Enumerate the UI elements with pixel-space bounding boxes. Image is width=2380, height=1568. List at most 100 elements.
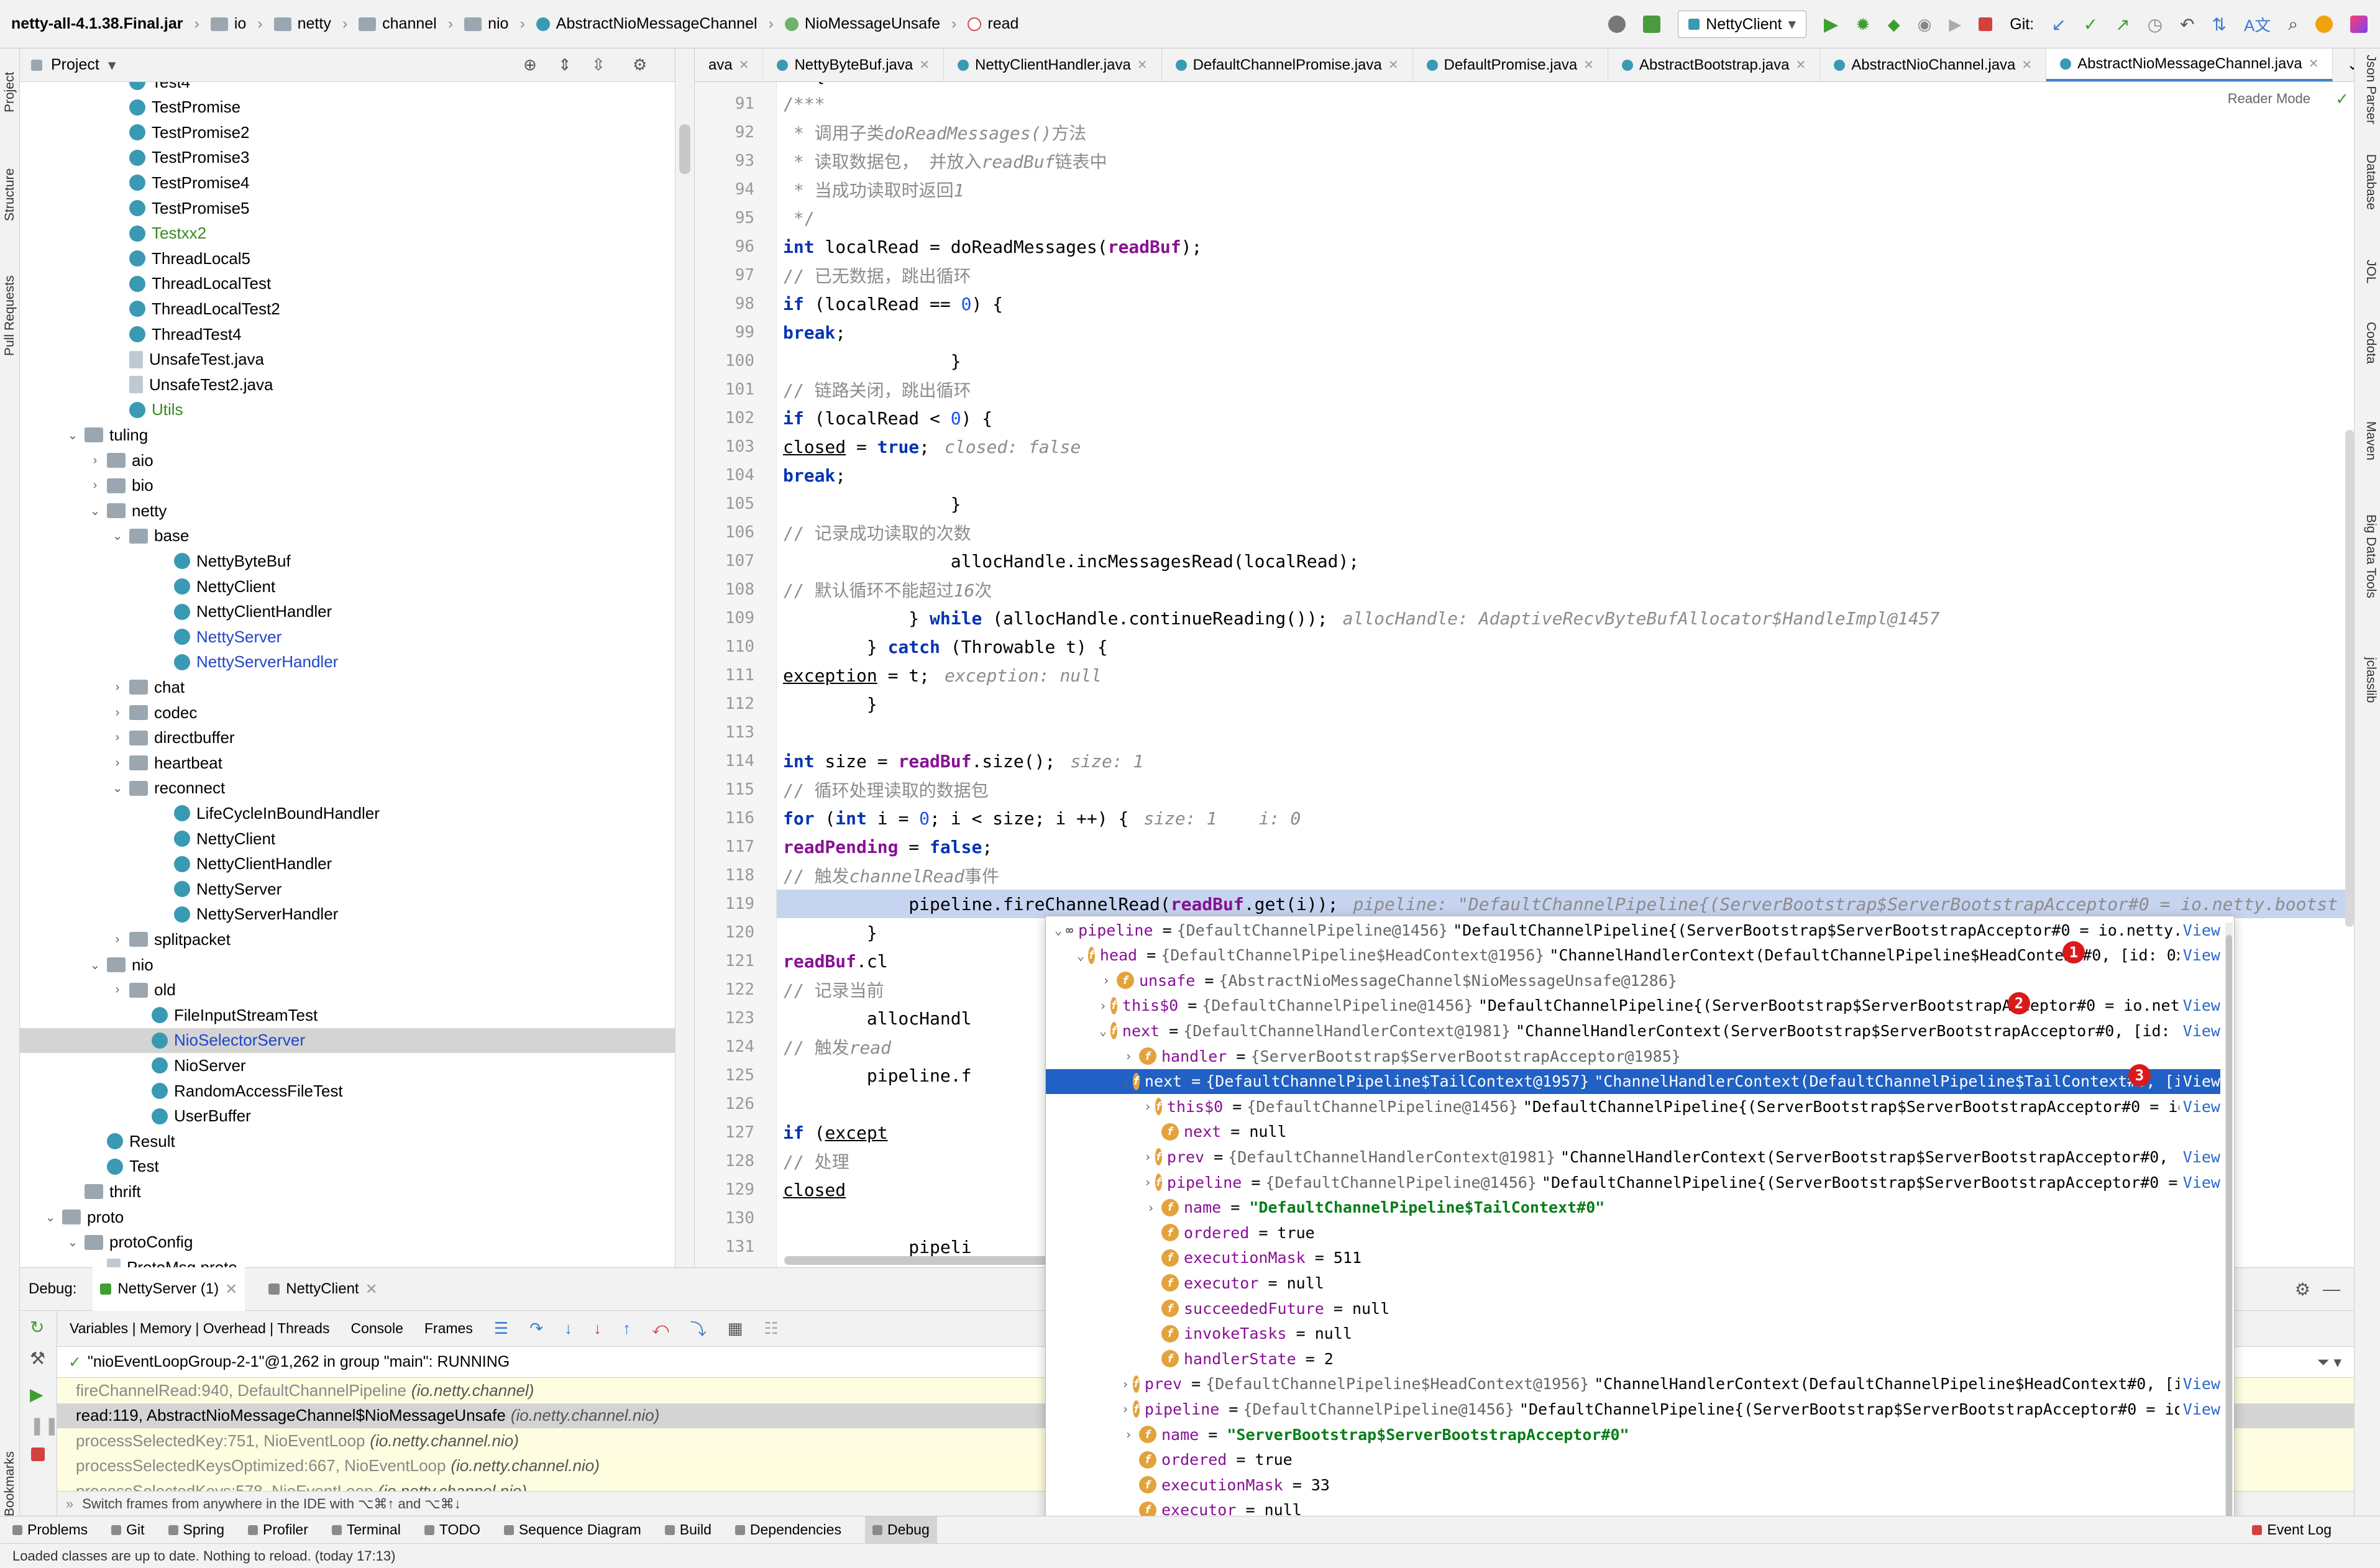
variable-row[interactable]: › f this$0 = {DefaultChannelPipeline@1456} "…: [1046, 993, 2220, 1018]
project-tree-item[interactable]: NettyClientHandler: [20, 852, 675, 877]
view-link[interactable]: View: [2179, 1400, 2220, 1418]
project-tree-item[interactable]: Testxx2: [20, 221, 675, 246]
project-tree-item[interactable]: TestPromise3: [20, 145, 675, 170]
code-line[interactable]: allocHandle.incMessagesRead(localRead);: [777, 547, 1359, 575]
expand-all-icon[interactable]: ⇕: [558, 55, 572, 75]
frames-tab[interactable]: Frames: [424, 1320, 473, 1337]
variable-row[interactable]: f executor = null: [1046, 1270, 2220, 1295]
rollback-icon[interactable]: ↶: [2180, 14, 2194, 35]
view-link[interactable]: View: [2179, 921, 2220, 939]
view-link[interactable]: View: [2179, 1021, 2220, 1040]
breadcrumb-item[interactable]: netty-all-4.1.38.Final.jar ›: [11, 15, 199, 33]
chevron-down-icon[interactable]: ⌄: [1122, 1074, 1129, 1089]
code-line[interactable]: pipeline.fireChannelRead(readBuf .get(i))…: [777, 890, 2354, 918]
tool-window-button[interactable]: Git: [111, 1521, 145, 1538]
minimize-icon[interactable]: —: [2323, 1279, 2340, 1299]
code-line[interactable]: pipeline.f: [777, 1061, 972, 1090]
code-line[interactable]: int localRead = doReadMessages(readBuf);: [777, 232, 1202, 261]
project-tree-item[interactable]: › heartbeat: [20, 750, 675, 775]
variable-row[interactable]: f executionMask = 511: [1046, 1246, 2220, 1270]
view-link[interactable]: View: [2179, 996, 2220, 1015]
tool-window-button[interactable]: Problems: [12, 1521, 88, 1538]
codota-tool-tab[interactable]: Codota: [2357, 322, 2378, 364]
variables-tab[interactable]: Variables | Memory | Overhead | Threads: [70, 1320, 329, 1337]
tab-overflow-icon[interactable]: ⌄: [2333, 48, 2354, 81]
variable-row[interactable]: ⌄ f next = {DefaultChannelPipeline$TailCont…: [1046, 1069, 2220, 1094]
project-tree-item[interactable]: NioSelectorServer: [20, 1028, 675, 1053]
chevron-down-icon[interactable]: ⌄: [1055, 923, 1062, 937]
project-tree-item[interactable]: › aio: [20, 448, 675, 473]
breadcrumb-item[interactable]: channel ›: [359, 15, 453, 33]
debug-icon[interactable]: ✹: [1856, 14, 1870, 35]
chevron-down-icon[interactable]: ▾: [108, 56, 116, 75]
tool-window-button[interactable]: Debug: [864, 1516, 937, 1544]
step-into-icon[interactable]: ↓: [564, 1319, 572, 1338]
chevron-right-icon[interactable]: ›: [1144, 1099, 1151, 1114]
gear-icon[interactable]: ⚙: [2295, 1279, 2310, 1300]
popup-scrollbar-thumb[interactable]: [2226, 935, 2232, 1525]
variable-row[interactable]: f ordered = true: [1046, 1220, 2220, 1245]
code-line[interactable]: * 读取数据包， 并放入readBuf链表中: [777, 147, 1107, 175]
editor-tab[interactable]: NettyByteBuf.java ✕: [763, 48, 944, 81]
run-configuration-select[interactable]: NettyClient ▾: [1678, 11, 1807, 38]
code-line[interactable]: readBuf .cl: [777, 947, 888, 975]
code-line[interactable]: closed: [777, 1175, 846, 1204]
code-line[interactable]: // 触发read: [777, 1032, 891, 1061]
project-scrollbar[interactable]: [675, 48, 695, 1267]
json-parser-tool-tab[interactable]: Json Parser: [2357, 55, 2378, 124]
project-tree-item[interactable]: NettyClientHandler: [20, 599, 675, 624]
code-line[interactable]: do {: [777, 82, 825, 89]
code-line[interactable]: // 默认循环不能超过16次: [777, 575, 992, 604]
collapse-all-icon[interactable]: ⇳: [592, 55, 605, 75]
chevron-down-icon[interactable]: ⌄: [111, 780, 124, 796]
project-tree-item[interactable]: › splitpacket: [20, 927, 675, 952]
chevron-right-icon[interactable]: ›: [111, 731, 124, 745]
code-line[interactable]: } catch (Throwable t) {: [777, 632, 1108, 661]
project-tree-item[interactable]: ⌄ netty: [20, 498, 675, 523]
project-tree-item[interactable]: TestPromise4: [20, 170, 675, 195]
code-line[interactable]: exception = t; exception: null: [777, 661, 1102, 690]
project-tree-item[interactable]: › bio: [20, 473, 675, 498]
debug-session-tab[interactable]: NettyServer (1) ✕: [93, 1267, 245, 1311]
update-icon[interactable]: [2315, 16, 2333, 33]
expand-icon[interactable]: »: [66, 1496, 73, 1512]
close-icon[interactable]: ✕: [919, 57, 930, 73]
editor-tab[interactable]: DefaultChannelPromise.java ✕: [1162, 48, 1413, 81]
chevron-down-icon[interactable]: ⌄: [43, 1210, 57, 1225]
tool-window-button[interactable]: Profiler: [248, 1521, 308, 1538]
code-line[interactable]: [777, 1261, 783, 1267]
editor-tab[interactable]: ava ✕: [695, 48, 764, 81]
breadcrumb-item[interactable]: AbstractNioMessageChannel ›: [536, 15, 774, 33]
tool-window-button[interactable]: Event Log: [2252, 1521, 2332, 1538]
chevron-right-icon[interactable]: ›: [111, 932, 124, 947]
big-data-tools-tool-tab[interactable]: Big Data Tools: [2357, 514, 2378, 598]
breadcrumb-item[interactable]: netty ›: [273, 15, 347, 33]
project-tree-item[interactable]: thrift: [20, 1179, 675, 1204]
view-link[interactable]: View: [2179, 1173, 2220, 1192]
view-link[interactable]: View: [2179, 946, 2220, 965]
variable-row[interactable]: › f prev = {DefaultChannelHandlerContext@19…: [1046, 1144, 2220, 1169]
user-icon[interactable]: [1608, 16, 1626, 33]
chevron-right-icon[interactable]: ›: [1144, 1200, 1158, 1215]
ide-logo-icon[interactable]: [2350, 16, 2368, 33]
project-panel-title[interactable]: Project: [51, 56, 99, 74]
code-line[interactable]: // 触发channelRead事件: [777, 861, 999, 890]
evaluate-expression-icon[interactable]: ▦: [728, 1319, 743, 1338]
breadcrumb-item[interactable]: nio ›: [464, 15, 525, 33]
code-line[interactable]: }: [777, 918, 877, 947]
chevron-right-icon[interactable]: ›: [1144, 1149, 1151, 1164]
structure-tool-tab[interactable]: Structure: [0, 148, 20, 241]
chevron-right-icon[interactable]: ›: [111, 706, 124, 720]
resume-program-icon[interactable]: ▶: [30, 1384, 43, 1405]
editor-tab[interactable]: AbstractBootstrap.java ✕: [1608, 48, 1821, 81]
project-tree-item[interactable]: ⌄ reconnect: [20, 776, 675, 801]
jclasslib-tool-tab[interactable]: jclasslib: [2357, 657, 2378, 703]
breadcrumb-item[interactable]: io ›: [210, 15, 263, 33]
variable-row[interactable]: › f unsafe = {AbstractNioMessageChannel$Nio…: [1046, 968, 2220, 993]
profile-icon[interactable]: ◉: [1918, 15, 1932, 34]
close-icon[interactable]: ✕: [225, 1280, 237, 1298]
variable-row[interactable]: f invokeTasks = null: [1046, 1321, 2220, 1346]
jol-tool-tab[interactable]: JOL: [2357, 260, 2378, 284]
code-line[interactable]: [777, 1090, 783, 1118]
view-link[interactable]: View: [2179, 1072, 2220, 1091]
